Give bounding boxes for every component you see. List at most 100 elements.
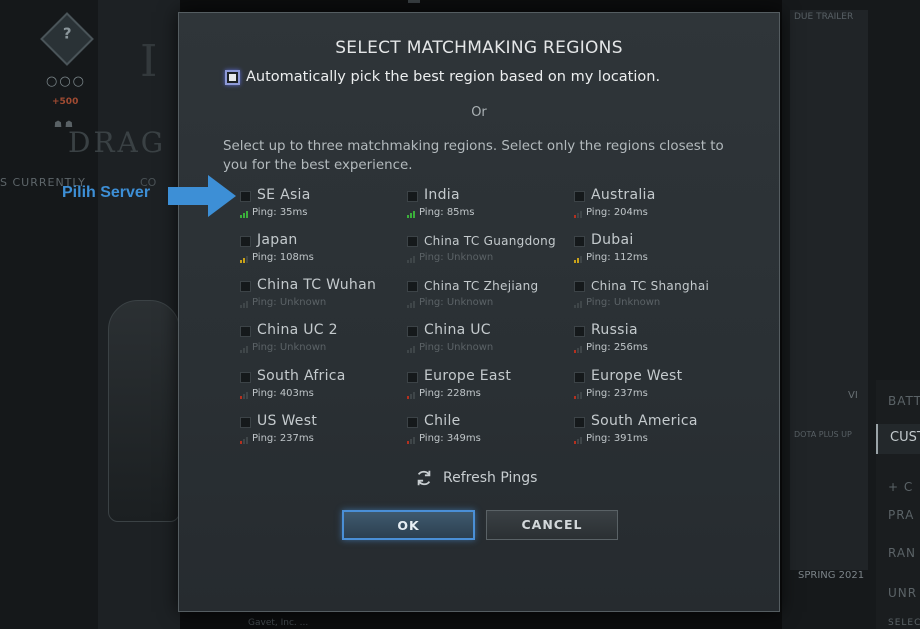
ping-value: Ping: Unknown	[252, 342, 327, 353]
ping-value: Ping: 237ms	[586, 388, 648, 399]
signal-strength-icon	[574, 436, 582, 444]
signal-strength-icon	[240, 345, 248, 353]
region-name: Japan	[257, 232, 298, 248]
region-option[interactable]: China TC Guangdong Ping: Unknown	[407, 232, 572, 272]
region-checkbox[interactable]	[240, 281, 251, 292]
region-checkbox[interactable]	[574, 191, 585, 202]
ping-value: Ping: 35ms	[252, 207, 308, 218]
ping-value: Ping: 204ms	[586, 207, 648, 218]
ping-value: Ping: 349ms	[419, 433, 481, 444]
region-checkbox[interactable]	[407, 191, 418, 202]
region-option[interactable]: Europe West Ping: 237ms	[574, 368, 739, 408]
dialog-title: SELECT MATCHMAKING REGIONS	[335, 38, 623, 58]
mode-item[interactable]: BATT	[888, 394, 920, 408]
region-name: Europe East	[424, 368, 512, 384]
region-ping: Ping: Unknown	[407, 298, 493, 308]
mode-item[interactable]: RAN	[888, 546, 916, 560]
region-checkbox[interactable]	[240, 236, 251, 247]
ok-button[interactable]: OK	[342, 510, 475, 540]
cancel-button[interactable]: CANCEL	[486, 510, 618, 540]
region-ping: Ping: 403ms	[240, 389, 314, 399]
region-option[interactable]: Australia Ping: 204ms	[574, 187, 739, 227]
signal-strength-icon	[240, 300, 248, 308]
region-option[interactable]: US West Ping: 237ms	[240, 413, 405, 453]
dota-plus-label: DOTA PLUS UP	[794, 430, 852, 439]
region-option[interactable]: Europe East Ping: 228ms	[407, 368, 572, 408]
region-option[interactable]: South America Ping: 391ms	[574, 413, 739, 453]
left-sidebar-background: ? ○○○ +500 ☗ ☗ S CURRENTLY	[0, 0, 98, 629]
region-checkbox[interactable]	[407, 372, 418, 383]
signal-strength-icon	[240, 391, 248, 399]
region-name: China TC Zhejiang	[424, 279, 539, 293]
ping-value: Ping: Unknown	[419, 297, 494, 308]
ping-value: Ping: 403ms	[252, 388, 314, 399]
mode-item[interactable]: PRA	[888, 508, 914, 522]
region-ping: Ping: Unknown	[574, 298, 660, 308]
region-ping: Ping: 85ms	[407, 208, 475, 218]
region-ping: Ping: Unknown	[240, 298, 326, 308]
view-label: VI	[848, 390, 858, 401]
region-option[interactable]: SE Asia Ping: 35ms	[240, 187, 405, 227]
region-option[interactable]: China UC Ping: Unknown	[407, 322, 572, 362]
region-checkbox[interactable]	[574, 372, 585, 383]
spring-label: SPRING 2021	[798, 570, 865, 581]
ping-value: Ping: 85ms	[419, 207, 475, 218]
region-checkbox[interactable]	[240, 191, 251, 202]
signal-strength-icon	[407, 300, 415, 308]
region-checkbox[interactable]	[407, 326, 418, 337]
signal-strength-icon	[407, 255, 415, 263]
play-mode-strip: BATT + C PRA RAN UNR SELEC	[876, 380, 920, 629]
rank-icon: ?	[40, 12, 94, 66]
region-option[interactable]: China TC Wuhan Ping: Unknown	[240, 277, 405, 317]
mode-item[interactable]: UNR	[888, 586, 917, 600]
region-instructions: Select up to three matchmaking regions. …	[223, 139, 724, 173]
region-name: Chile	[424, 413, 461, 429]
mode-item[interactable]: SELEC	[888, 618, 920, 628]
region-ping: Ping: 108ms	[240, 253, 314, 263]
region-option[interactable]: Japan Ping: 108ms	[240, 232, 405, 272]
region-name: India	[424, 187, 460, 203]
region-option[interactable]: China TC Zhejiang Ping: Unknown	[407, 277, 572, 317]
region-name: China TC Guangdong	[424, 234, 556, 248]
ping-value: Ping: Unknown	[419, 252, 494, 263]
region-name: Russia	[591, 322, 638, 338]
region-option[interactable]: China TC Shanghai Ping: Unknown	[574, 277, 739, 317]
signal-strength-icon	[574, 210, 582, 218]
auto-pick-checkbox[interactable]	[225, 69, 240, 85]
region-name: China TC Wuhan	[257, 277, 377, 293]
region-ping: Ping: 228ms	[407, 389, 481, 399]
region-option[interactable]: Chile Ping: 349ms	[407, 413, 572, 453]
mode-item[interactable]: + C	[888, 480, 913, 494]
region-option[interactable]: India Ping: 85ms	[407, 187, 572, 227]
region-ping: Ping: 237ms	[240, 434, 314, 444]
refresh-pings-button[interactable]: Refresh Pings	[415, 469, 537, 487]
hero-title-letter: I	[140, 36, 158, 87]
mode-item-custom[interactable]: CUST	[876, 424, 920, 454]
region-checkbox[interactable]	[407, 417, 418, 428]
region-option[interactable]: China UC 2 Ping: Unknown	[240, 322, 405, 362]
region-checkbox[interactable]	[574, 326, 585, 337]
region-option[interactable]: Dubai Ping: 112ms	[574, 232, 739, 272]
region-checkbox[interactable]	[574, 281, 585, 292]
region-checkbox[interactable]	[240, 372, 251, 383]
auto-pick-option[interactable]: Automatically pick the best region based…	[225, 69, 660, 85]
region-name: US West	[257, 413, 318, 429]
region-name: Europe West	[591, 368, 683, 384]
region-option[interactable]: South Africa Ping: 403ms	[240, 368, 405, 408]
trailer-label: DUE TRAILER	[794, 12, 854, 22]
region-ping: Ping: 204ms	[574, 208, 648, 218]
region-checkbox[interactable]	[240, 326, 251, 337]
signal-strength-icon	[240, 436, 248, 444]
region-option[interactable]: Russia Ping: 256ms	[574, 322, 739, 362]
ping-value: Ping: 391ms	[586, 433, 648, 444]
annotation-arrow-icon	[168, 175, 236, 217]
right-panel-background: DUE TRAILER VI DOTA PLUS UP SPRING 2021 …	[782, 0, 920, 629]
region-checkbox[interactable]	[574, 417, 585, 428]
region-checkbox[interactable]	[240, 417, 251, 428]
region-checkbox[interactable]	[407, 281, 418, 292]
auto-pick-label: Automatically pick the best region based…	[246, 69, 661, 85]
ping-value: Ping: Unknown	[419, 342, 494, 353]
top-notch	[408, 0, 420, 3]
region-checkbox[interactable]	[407, 236, 418, 247]
region-checkbox[interactable]	[574, 236, 585, 247]
